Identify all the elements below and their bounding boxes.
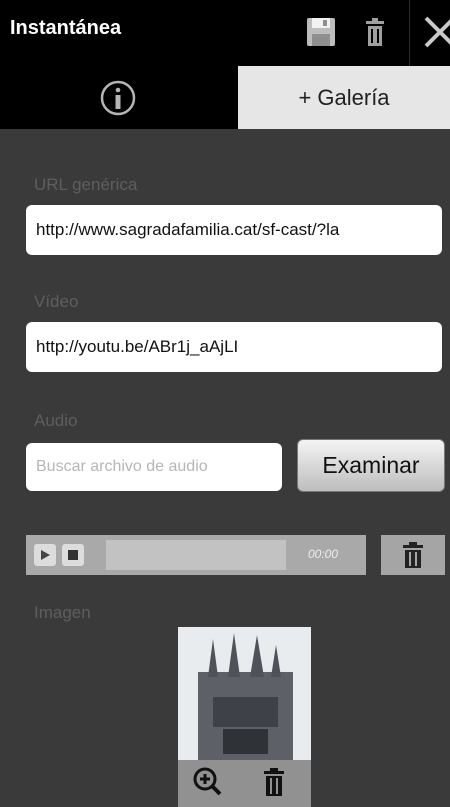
trash-icon[interactable] [357, 14, 393, 50]
browse-button[interactable]: Examinar [297, 439, 445, 492]
close-icon[interactable] [420, 12, 450, 52]
video-label: Vídeo [34, 292, 79, 311]
url-label: URL genérica [34, 175, 138, 194]
trash-icon [403, 542, 423, 568]
audio-label: Audio [34, 411, 78, 430]
audio-search-input[interactable]: Buscar archivo de audio [26, 443, 282, 491]
audio-player: 00:00 [26, 535, 366, 575]
tab-info[interactable] [0, 66, 238, 129]
trash-icon[interactable] [262, 766, 286, 800]
tab-gallery[interactable]: + Galería [238, 66, 450, 129]
image-actions [178, 760, 311, 807]
page-title: Instantánea [10, 17, 122, 39]
tab-bar: + Galería [0, 66, 450, 129]
image-label: Imagen [34, 603, 91, 622]
play-icon[interactable] [34, 544, 56, 566]
save-icon[interactable] [303, 14, 339, 50]
url-field[interactable]: http://www.sagradafamilia.cat/sf-cast/?l… [26, 205, 442, 255]
header-divider [409, 0, 410, 66]
video-field[interactable]: http://youtu.be/ABr1j_aAjLI [26, 322, 442, 372]
stop-icon[interactable] [62, 544, 84, 566]
audio-time: 00:00 [308, 547, 339, 561]
zoom-in-icon[interactable] [192, 766, 222, 800]
header-bar: Instantánea [0, 0, 450, 66]
audio-progress-bar[interactable] [106, 540, 286, 570]
info-icon [100, 80, 136, 116]
delete-audio-button[interactable] [381, 535, 445, 575]
image-thumbnail[interactable] [178, 627, 311, 760]
